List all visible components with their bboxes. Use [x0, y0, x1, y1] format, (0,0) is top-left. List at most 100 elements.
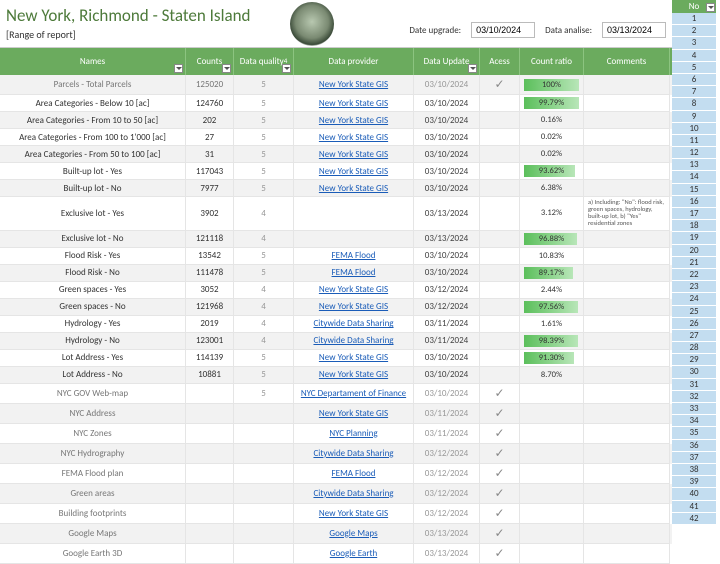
- row-number[interactable]: 11: [672, 135, 716, 147]
- provider-link[interactable]: New York State GIS: [319, 115, 388, 126]
- row-number[interactable]: 5: [672, 62, 716, 74]
- row-number[interactable]: 1: [672, 13, 716, 25]
- filter-icon[interactable]: [706, 3, 715, 12]
- table-row: Area Categories - From 10 to 50 [ac]2025…: [0, 112, 672, 129]
- row-number[interactable]: 2: [672, 25, 716, 37]
- row-number[interactable]: 9: [672, 111, 716, 123]
- provider-link[interactable]: New York State GIS: [319, 132, 388, 143]
- row-number[interactable]: 23: [672, 281, 716, 293]
- row-number[interactable]: 24: [672, 293, 716, 305]
- row-number[interactable]: 4: [672, 50, 716, 62]
- filter-icon[interactable]: [282, 64, 291, 73]
- row-dq: 5: [261, 369, 266, 380]
- row-number[interactable]: 27: [672, 330, 716, 342]
- header-area: New York, Richmond - Staten Island [Rang…: [0, 0, 672, 48]
- row-number[interactable]: 32: [672, 391, 716, 403]
- row-update: 03/10/2024: [425, 267, 468, 278]
- provider-link[interactable]: Google Maps: [329, 528, 377, 539]
- provider-link[interactable]: New York State GIS: [319, 166, 388, 177]
- provider-link[interactable]: Citywide Data Sharing: [313, 335, 393, 346]
- row-number[interactable]: 17: [672, 208, 716, 220]
- row-number[interactable]: 12: [672, 147, 716, 159]
- provider-link[interactable]: New York State GIS: [319, 508, 388, 519]
- row-number[interactable]: 13: [672, 159, 716, 171]
- provider-link[interactable]: New York State GIS: [319, 369, 388, 380]
- provider-link[interactable]: New York State GIS: [319, 149, 388, 160]
- row-number[interactable]: 10: [672, 123, 716, 135]
- row-count: 125020: [196, 79, 223, 90]
- row-number[interactable]: 6: [672, 74, 716, 86]
- row-number[interactable]: 36: [672, 440, 716, 452]
- row-number[interactable]: 19: [672, 232, 716, 244]
- provider-link[interactable]: NYC Planning: [329, 428, 377, 439]
- ratio-bar: 93.62%: [524, 165, 579, 177]
- row-count: 2019: [200, 318, 218, 329]
- row-number[interactable]: 7: [672, 86, 716, 98]
- row-number[interactable]: 8: [672, 98, 716, 110]
- row-dq: 4: [261, 318, 266, 329]
- row-name: Lot Address - No: [62, 369, 122, 380]
- provider-link[interactable]: New York State GIS: [319, 408, 388, 419]
- row-update: 03/10/2024: [425, 183, 468, 194]
- provider-link[interactable]: New York State GIS: [319, 98, 388, 109]
- row-number[interactable]: 21: [672, 257, 716, 269]
- provider-link[interactable]: Google Earth: [330, 548, 377, 559]
- row-number[interactable]: 26: [672, 318, 716, 330]
- row-number[interactable]: 35: [672, 427, 716, 439]
- date-upgrade-input[interactable]: [471, 22, 535, 38]
- row-number[interactable]: 40: [672, 488, 716, 500]
- row-number[interactable]: 31: [672, 379, 716, 391]
- provider-link[interactable]: NYC Departament of Finance: [301, 388, 406, 399]
- row-update: 03/12/2024: [425, 508, 468, 519]
- row-number[interactable]: 18: [672, 220, 716, 232]
- row-dq: 5: [261, 98, 266, 109]
- row-update: 03/10/2024: [425, 388, 468, 399]
- row-number[interactable]: 39: [672, 476, 716, 488]
- row-count: 111478: [196, 267, 223, 278]
- provider-link[interactable]: New York State GIS: [319, 352, 388, 363]
- row-number[interactable]: 29: [672, 354, 716, 366]
- provider-link[interactable]: FEMA Flood: [332, 468, 376, 479]
- ratio-bar: 89.17%: [524, 267, 579, 279]
- row-number[interactable]: 28: [672, 342, 716, 354]
- analise-label: Data analise:: [545, 25, 592, 36]
- row-number[interactable]: 42: [672, 513, 716, 525]
- provider-link[interactable]: Citywide Data Sharing: [313, 318, 393, 329]
- row-number[interactable]: 20: [672, 245, 716, 257]
- check-icon: ✓: [494, 406, 504, 421]
- row-number[interactable]: 38: [672, 464, 716, 476]
- row-number[interactable]: 22: [672, 269, 716, 281]
- row-update: 03/11/2024: [425, 408, 468, 419]
- provider-link[interactable]: Citywide Data Sharing: [313, 488, 393, 499]
- row-number[interactable]: 33: [672, 403, 716, 415]
- row-number[interactable]: 3: [672, 37, 716, 49]
- row-number[interactable]: 41: [672, 501, 716, 513]
- row-number[interactable]: 25: [672, 306, 716, 318]
- row-name: Hydrology - No: [65, 335, 120, 346]
- row-number[interactable]: 34: [672, 415, 716, 427]
- table-row: Google Earth 3DGoogle Earth03/13/2024✓: [0, 544, 672, 564]
- filter-icon[interactable]: [174, 64, 183, 73]
- row-name: Area Categories - From 50 to 100 [ac]: [25, 149, 161, 160]
- provider-link[interactable]: New York State GIS: [319, 301, 388, 312]
- provider-link[interactable]: New York State GIS: [319, 183, 388, 194]
- row-name: Hydrology - Yes: [65, 318, 121, 329]
- provider-link[interactable]: Citywide Data Sharing: [313, 448, 393, 459]
- row-number[interactable]: 37: [672, 452, 716, 464]
- row-number[interactable]: 14: [672, 171, 716, 183]
- provider-link[interactable]: New York State GIS: [319, 79, 388, 90]
- col-dq: Data quality: [240, 56, 284, 67]
- provider-link[interactable]: FEMA Flood: [332, 267, 376, 278]
- row-dq: 5: [261, 149, 266, 160]
- row-update: 03/10/2024: [425, 166, 468, 177]
- row-number[interactable]: 30: [672, 366, 716, 378]
- provider-link[interactable]: FEMA Flood: [332, 250, 376, 261]
- filter-icon[interactable]: [222, 64, 231, 73]
- provider-link[interactable]: New York State GIS: [319, 284, 388, 295]
- row-dq: 4: [261, 233, 266, 244]
- row-update: 03/10/2024: [425, 79, 468, 90]
- date-analise-input[interactable]: [602, 22, 666, 38]
- row-number[interactable]: 16: [672, 196, 716, 208]
- filter-icon[interactable]: [468, 64, 477, 73]
- row-number[interactable]: 15: [672, 184, 716, 196]
